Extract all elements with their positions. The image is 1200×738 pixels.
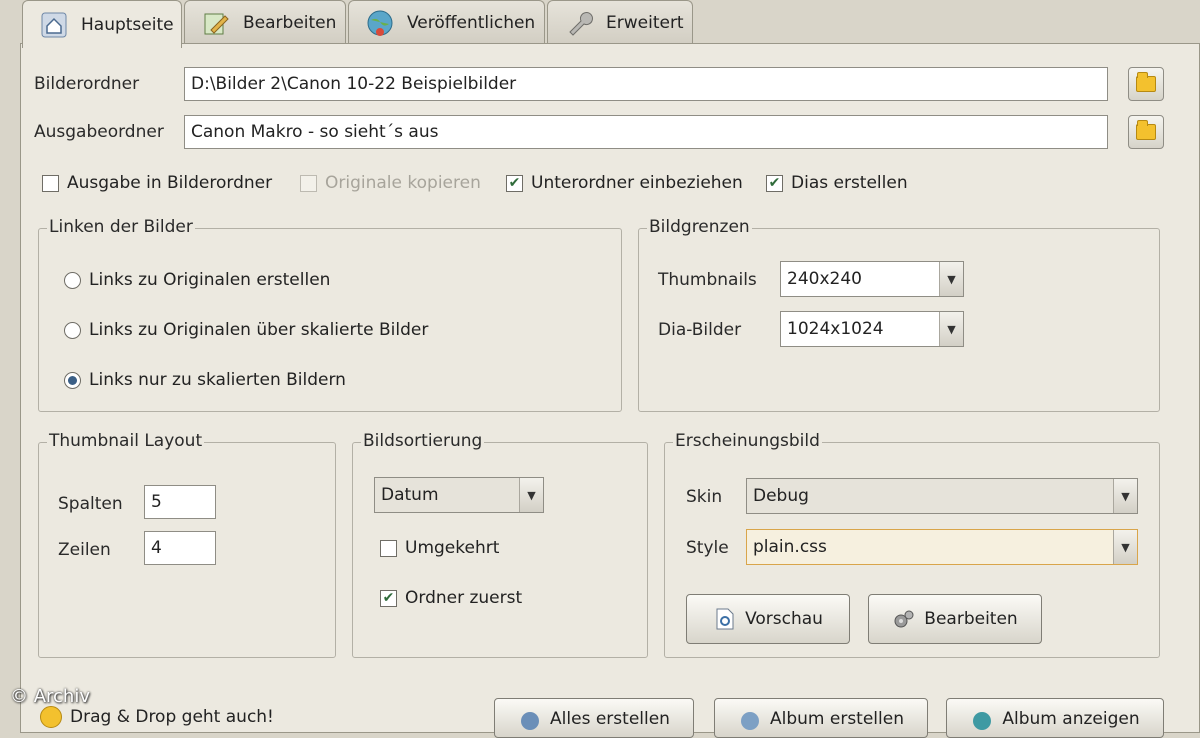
spalten-label: Spalten [58, 494, 123, 514]
select-value: 240x240 [787, 269, 862, 289]
chevron-down-icon: ▼ [939, 262, 963, 296]
unterordner-einbeziehen-checkbox[interactable]: ✔ Unterordner einbeziehen [506, 173, 743, 193]
ausgabeordner-input[interactable] [184, 115, 1108, 149]
radio-links-skalierte[interactable]: Links zu Originalen über skalierte Bilde… [64, 320, 428, 340]
radio-label: Links zu Originalen über skalierte Bilde… [89, 320, 429, 340]
group-title: Bildsortierung [361, 431, 485, 451]
watermark: © Archiv [10, 686, 90, 707]
alles-erstellen-button[interactable]: Alles erstellen [494, 698, 694, 738]
preview-icon [713, 607, 737, 631]
skin-select[interactable]: Debug ▼ [746, 478, 1138, 514]
umgekehrt-checkbox[interactable]: Umgekehrt [380, 538, 499, 558]
folder-icon [1136, 72, 1156, 92]
chevron-down-icon: ▼ [519, 478, 543, 512]
button-label: Bearbeiten [924, 609, 1018, 629]
chevron-down-icon: ▼ [1113, 479, 1137, 513]
spalten-input[interactable] [144, 485, 216, 519]
select-value: Debug [753, 486, 809, 506]
album-erstellen-button[interactable]: Album erstellen [714, 698, 928, 738]
checkmark-icon: ✔ [766, 174, 783, 192]
build-icon [518, 709, 542, 733]
radio-links-nur-skaliert[interactable]: Links nur zu skalierten Bildern [64, 370, 346, 390]
button-label: Vorschau [745, 609, 823, 629]
thumbnails-label: Thumbnails [658, 270, 757, 290]
style-label: Style [686, 538, 729, 558]
group-title: Erscheinungsbild [673, 431, 822, 451]
checkbox-label: Dias erstellen [791, 173, 908, 193]
sortierung-select[interactable]: Datum ▼ [374, 477, 544, 513]
ordner-zuerst-checkbox[interactable]: ✔ Ordner zuerst [380, 588, 522, 608]
ausgabeordner-label: Ausgabeordner [34, 122, 164, 142]
bilderordner-label: Bilderordner [34, 74, 140, 94]
thumbnails-select[interactable]: 240x240 ▼ [780, 261, 964, 297]
button-label: Alles erstellen [550, 709, 670, 729]
select-value: Datum [381, 485, 439, 505]
checkbox-box [300, 174, 317, 192]
bearbeiten-style-button[interactable]: Bearbeiten [868, 594, 1042, 644]
radio-links-originale[interactable]: Links zu Originalen erstellen [64, 270, 330, 290]
radio-dot [64, 271, 81, 289]
hint-text: Drag & Drop geht auch! [70, 707, 274, 727]
folder-icon [1136, 120, 1156, 140]
dia-bilder-select[interactable]: 1024x1024 ▼ [780, 311, 964, 347]
ausgabe-in-bilderordner-checkbox[interactable]: Ausgabe in Bilderordner [42, 173, 272, 193]
originale-kopieren-checkbox[interactable]: Originale kopieren [300, 173, 481, 193]
checkmark-icon: ✔ [506, 174, 523, 192]
checkbox-label: Unterordner einbeziehen [531, 173, 743, 193]
radio-label: Links nur zu skalierten Bildern [89, 370, 346, 390]
style-select[interactable]: plain.css ▼ [746, 529, 1138, 565]
radio-dot [64, 321, 81, 339]
ausgabeordner-browse-button[interactable] [1128, 115, 1164, 149]
checkbox-label: Ausgabe in Bilderordner [67, 173, 273, 193]
zeilen-label: Zeilen [58, 540, 111, 560]
hint-icon [40, 706, 62, 728]
checkbox-label: Originale kopieren [325, 173, 481, 193]
checkmark-icon: ✔ [380, 589, 397, 607]
zeilen-input[interactable] [144, 531, 216, 565]
checkbox-label: Ordner zuerst [405, 588, 523, 608]
checkbox-label: Umgekehrt [405, 538, 500, 558]
button-label: Album erstellen [770, 709, 904, 729]
bilderordner-browse-button[interactable] [1128, 67, 1164, 101]
skin-label: Skin [686, 487, 723, 507]
radio-dot-selected [64, 371, 81, 389]
group-title: Bildgrenzen [647, 217, 752, 237]
vorschau-button[interactable]: Vorschau [686, 594, 850, 644]
chevron-down-icon: ▼ [939, 312, 963, 346]
album-anzeigen-button[interactable]: Album anzeigen [946, 698, 1164, 738]
select-value: plain.css [753, 537, 827, 557]
group-title: Thumbnail Layout [47, 431, 205, 451]
bilderordner-input[interactable] [184, 67, 1108, 101]
radio-label: Links zu Originalen erstellen [89, 270, 331, 290]
checkbox-box [42, 174, 59, 192]
drag-drop-hint: Drag & Drop geht auch! [40, 706, 274, 728]
dia-bilder-label: Dia-Bilder [658, 320, 742, 340]
gear-icon [892, 607, 916, 631]
checkbox-box [380, 539, 397, 557]
globe-icon [970, 709, 994, 733]
chevron-down-icon: ▼ [1113, 530, 1137, 564]
dias-erstellen-checkbox[interactable]: ✔ Dias erstellen [766, 173, 908, 193]
album-icon [738, 709, 762, 733]
group-title: Linken der Bilder [47, 217, 195, 237]
button-label: Album anzeigen [1002, 709, 1140, 729]
select-value: 1024x1024 [787, 319, 884, 339]
